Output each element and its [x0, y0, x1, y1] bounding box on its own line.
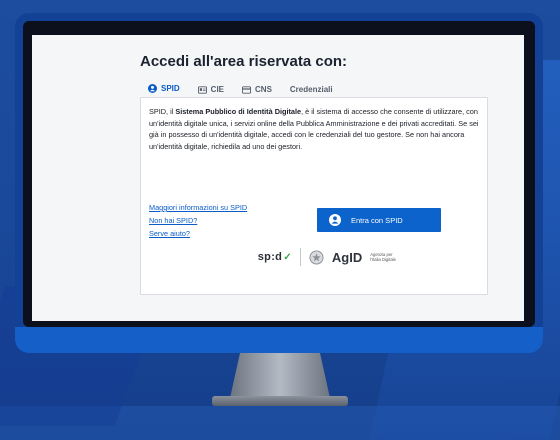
footer-logos: sp:d ✓ AgID Agenzia per l'Italia Digital…	[191, 248, 471, 266]
spid-panel: SPID, il Sistema Pubblico di Identità Di…	[140, 97, 488, 295]
card-icon	[242, 85, 252, 94]
logo-divider	[299, 248, 301, 266]
tab-cie-label: CIE	[210, 85, 225, 94]
entra-con-spid-button[interactable]: Entra con SPID	[317, 208, 441, 232]
user-icon	[329, 214, 341, 226]
agid-subtitle: Agenzia per l'Italia Digitale	[370, 252, 396, 262]
more-info-link[interactable]: Maggiori informazioni su SPID	[149, 203, 247, 212]
monitor-base	[212, 396, 348, 406]
monitor: Accedi all'area riservata con: SPID CIE …	[15, 13, 543, 353]
login-title: Accedi all'area riservata con:	[140, 53, 348, 70]
description-intro: SPID, il	[149, 107, 176, 116]
spid-logo-text: sp:d	[257, 251, 283, 263]
monitor-stand	[230, 353, 330, 398]
check-icon: ✓	[283, 251, 292, 263]
screen: Accedi all'area riservata con: SPID CIE …	[32, 35, 524, 321]
spid-logo: sp:d ✓	[258, 251, 292, 263]
spid-description: SPID, il Sistema Pubblico di Identità Di…	[149, 106, 479, 152]
help-link[interactable]: Serve aiuto?	[149, 229, 247, 238]
agid-logo: AgID	[331, 249, 363, 265]
description-bold: Sistema Pubblico di Identità Digitale	[175, 107, 302, 116]
user-circle-icon	[148, 84, 157, 93]
tab-credenziali-label: Credenziali	[289, 85, 333, 94]
monitor-chin	[15, 327, 543, 353]
tab-cns-label: CNS	[255, 85, 272, 94]
spid-button-label: Entra con SPID	[351, 215, 403, 225]
republic-emblem-icon	[309, 249, 324, 265]
no-spid-link[interactable]: Non hai SPID?	[149, 216, 247, 225]
help-links: Maggiori informazioni su SPID Non hai SP…	[149, 203, 247, 238]
id-card-icon	[197, 85, 207, 94]
tab-spid-label: SPID	[161, 84, 180, 93]
